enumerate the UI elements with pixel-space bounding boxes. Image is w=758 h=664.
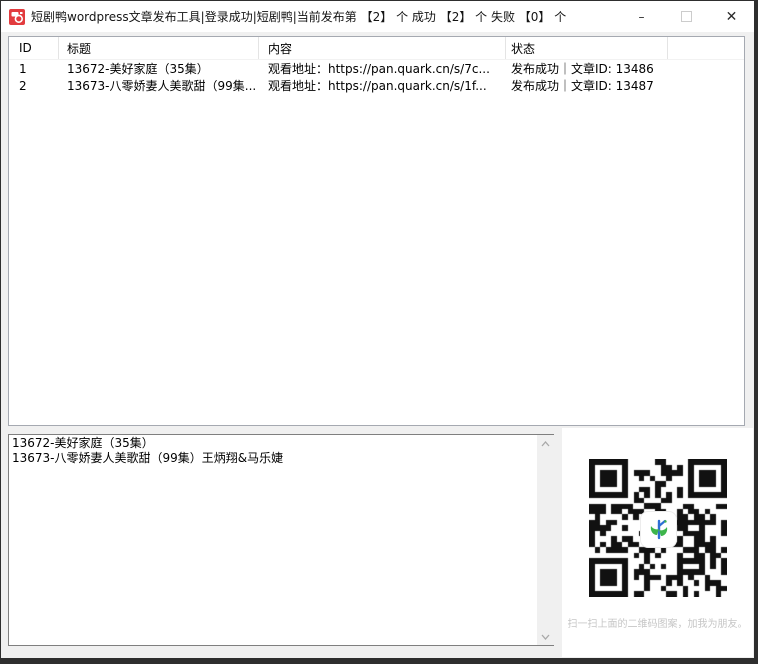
- window-controls: – ✕: [619, 1, 754, 32]
- column-header-filler: [668, 37, 744, 59]
- cell-status[interactable]: 发布成功｜文章ID: 13486: [506, 60, 668, 77]
- close-icon: ✕: [726, 9, 738, 25]
- scroll-up-button[interactable]: [537, 435, 554, 452]
- cell-content[interactable]: 观看地址：https://pan.quark.cn/s/1f...: [259, 77, 506, 94]
- window-title: 短剧鸭wordpress文章发布工具|登录成功|短剧鸭|当前发布第 【2】 个 …: [31, 8, 566, 25]
- cell-title[interactable]: 13672-美好家庭（35集）: [59, 60, 259, 77]
- duck-logo-icon: [646, 517, 672, 543]
- table-row[interactable]: 2 13673-八零娇妻人美歌甜（99集... 观看地址：https://pan…: [9, 77, 744, 94]
- qr-panel: 扫一扫上面的二维码图案，加我为朋友。: [562, 428, 753, 657]
- textarea-scrollbar[interactable]: [537, 435, 554, 645]
- app-icon: [9, 9, 25, 25]
- maximize-button[interactable]: [664, 1, 709, 32]
- column-header-title[interactable]: 标题: [59, 37, 259, 59]
- results-table: ID 标题 内容 状态 1 13672-美好家庭（35集） 观看地址：https…: [8, 36, 745, 426]
- column-header-content[interactable]: 内容: [259, 37, 506, 59]
- cell-status[interactable]: 发布成功｜文章ID: 13487: [506, 77, 668, 94]
- cell-id[interactable]: 1: [9, 62, 59, 76]
- scroll-down-button[interactable]: [537, 628, 554, 645]
- minimize-button[interactable]: –: [619, 1, 664, 32]
- chevron-down-icon: [541, 634, 550, 640]
- maximize-icon: [681, 11, 692, 22]
- column-header-id[interactable]: ID: [9, 37, 59, 59]
- cell-content[interactable]: 观看地址：https://pan.quark.cn/s/7c...: [259, 60, 506, 77]
- cell-id[interactable]: 2: [9, 79, 59, 93]
- column-header-status[interactable]: 状态: [506, 37, 668, 59]
- chevron-up-icon: [541, 441, 550, 447]
- titles-input-textarea[interactable]: 13672-美好家庭（35集） 13673-八零娇妻人美歌甜（99集）王炳翔&马…: [8, 434, 554, 646]
- qr-caption: 扫一扫上面的二维码图案，加我为朋友。: [562, 615, 753, 630]
- table-header: ID 标题 内容 状态: [9, 37, 744, 60]
- qr-center-logo: [640, 511, 677, 548]
- table-row[interactable]: 1 13672-美好家庭（35集） 观看地址：https://pan.quark…: [9, 60, 744, 77]
- close-button[interactable]: ✕: [709, 1, 754, 32]
- app-window: 短剧鸭wordpress文章发布工具|登录成功|短剧鸭|当前发布第 【2】 个 …: [1, 1, 754, 658]
- title-bar: 短剧鸭wordpress文章发布工具|登录成功|短剧鸭|当前发布第 【2】 个 …: [1, 1, 754, 32]
- minimize-icon: –: [639, 10, 645, 24]
- cell-title[interactable]: 13673-八零娇妻人美歌甜（99集...: [59, 77, 259, 94]
